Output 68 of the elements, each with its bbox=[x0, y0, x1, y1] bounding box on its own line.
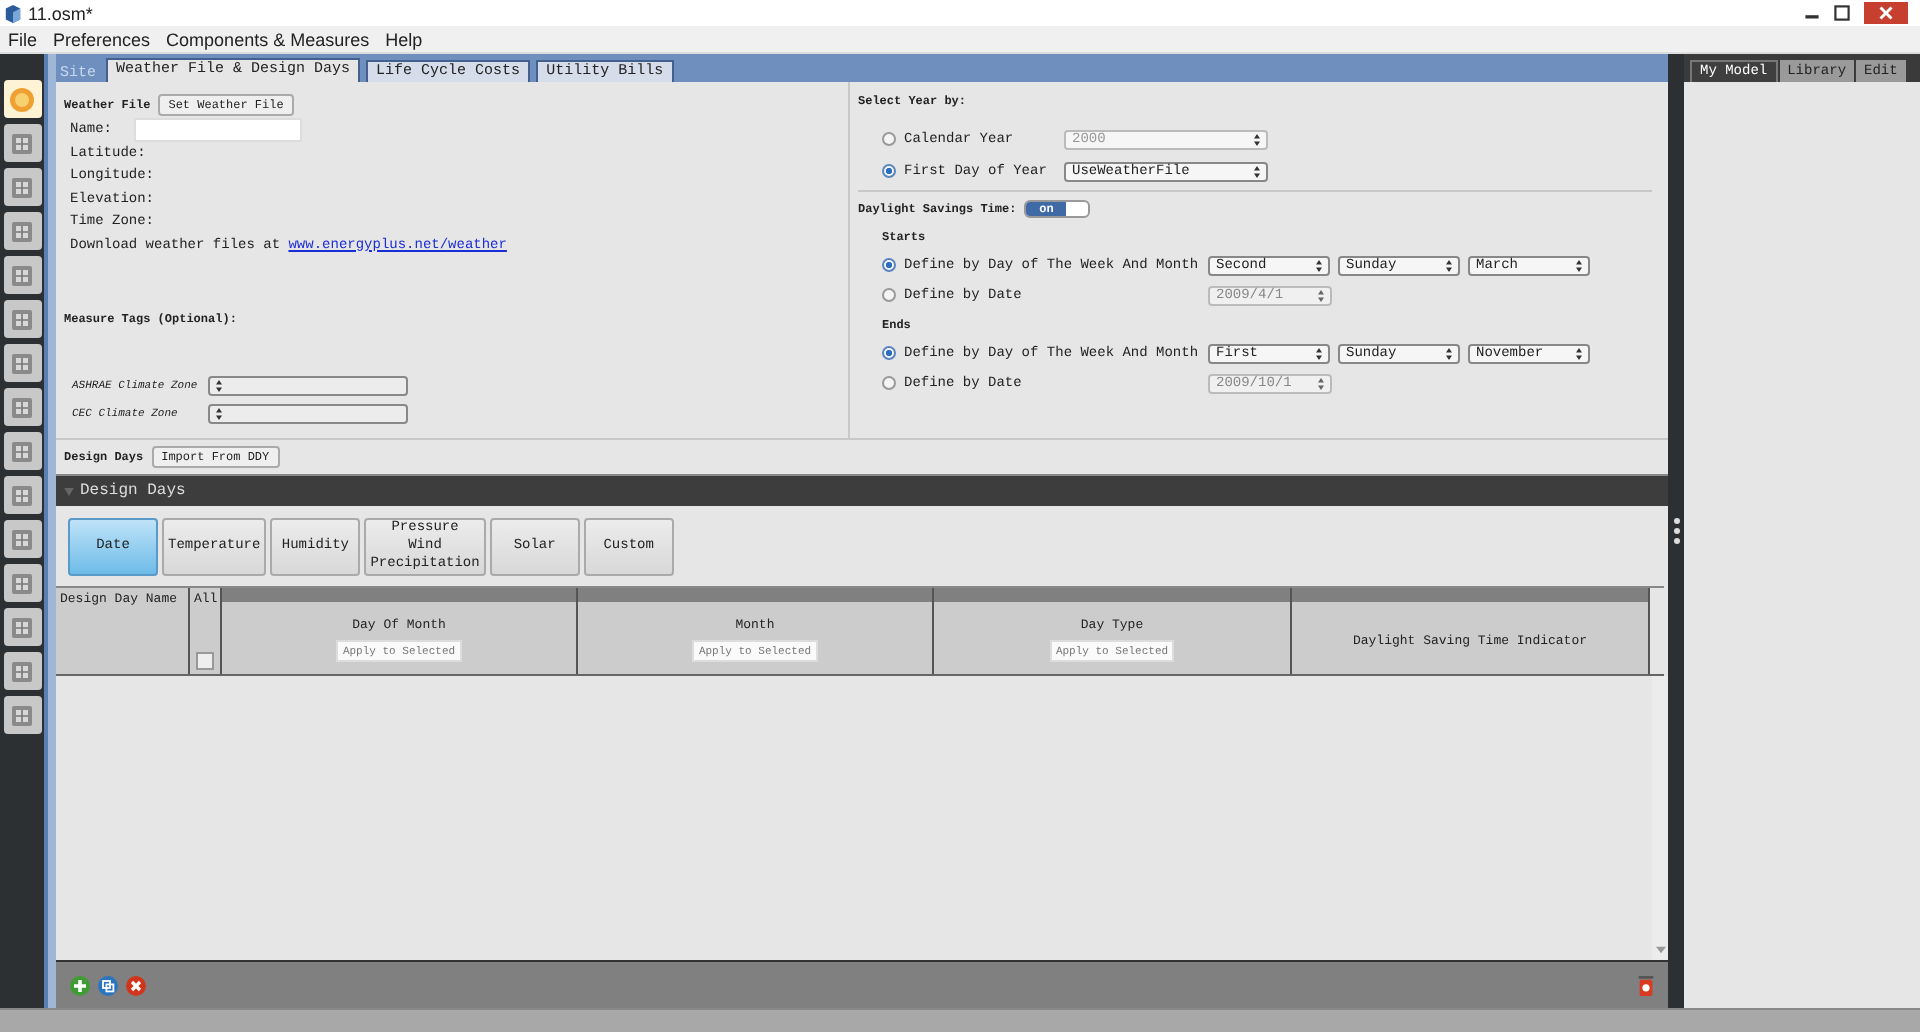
building-icon bbox=[8, 217, 36, 245]
checkbox[interactable] bbox=[196, 652, 214, 670]
climate-zone-dropdown[interactable] bbox=[208, 375, 408, 395]
building-icon bbox=[8, 393, 36, 421]
updown-icon bbox=[1576, 347, 1582, 359]
sidebar-item[interactable] bbox=[3, 256, 41, 294]
sidebar-item[interactable] bbox=[3, 388, 41, 426]
section-title: Design Days bbox=[80, 482, 186, 500]
sidebar-item[interactable] bbox=[3, 696, 41, 734]
updown-icon bbox=[1318, 377, 1324, 389]
radio-button[interactable] bbox=[882, 258, 896, 272]
radio-button[interactable] bbox=[882, 376, 896, 390]
updown-icon bbox=[1318, 289, 1324, 301]
window-title: 11.osm* bbox=[28, 3, 93, 23]
building-icon bbox=[8, 613, 36, 641]
sidebar-item[interactable] bbox=[3, 168, 41, 206]
updown-icon bbox=[1254, 165, 1260, 177]
splitter-handle[interactable] bbox=[1668, 54, 1684, 1008]
building-icon bbox=[8, 129, 36, 157]
building-icon bbox=[8, 481, 36, 509]
sidebar-item[interactable] bbox=[3, 344, 41, 382]
sidebar-item[interactable] bbox=[3, 432, 41, 470]
menu-item[interactable]: Components & Measures bbox=[166, 29, 370, 49]
updown-icon bbox=[216, 407, 222, 419]
updown-icon bbox=[1446, 259, 1452, 271]
building-icon bbox=[8, 173, 36, 201]
section-header-bar[interactable]: Design Days bbox=[56, 474, 1668, 506]
sidebar-item[interactable] bbox=[3, 520, 41, 558]
radio-button[interactable] bbox=[882, 164, 896, 178]
sidebar-item[interactable] bbox=[3, 564, 41, 602]
trash-icon[interactable] bbox=[1636, 975, 1656, 995]
building-icon bbox=[8, 569, 36, 597]
close-icon[interactable] bbox=[1860, 2, 1912, 24]
copy-icon[interactable] bbox=[98, 975, 118, 995]
sidebar-item[interactable] bbox=[3, 212, 41, 250]
climate-zone-dropdown[interactable] bbox=[208, 403, 408, 423]
building-icon bbox=[8, 701, 36, 729]
sidebar-item[interactable] bbox=[3, 608, 41, 646]
building-icon bbox=[8, 305, 36, 333]
sidebar-item[interactable] bbox=[3, 652, 41, 690]
caret-icon bbox=[64, 487, 74, 495]
maximize-icon[interactable] bbox=[1830, 2, 1854, 24]
building-icon bbox=[8, 437, 36, 465]
menu-item[interactable]: Preferences bbox=[53, 29, 151, 49]
sidebar-item[interactable] bbox=[3, 124, 41, 162]
updown-icon bbox=[1316, 259, 1322, 271]
building-icon bbox=[8, 657, 36, 685]
sun-icon bbox=[8, 85, 36, 113]
scrollbar[interactable] bbox=[1652, 676, 1668, 960]
updown-icon bbox=[1254, 133, 1260, 145]
app-icon bbox=[4, 3, 22, 23]
menu-item[interactable]: Help bbox=[385, 29, 423, 49]
menu-item[interactable]: File bbox=[8, 29, 38, 49]
updown-icon bbox=[1576, 259, 1582, 271]
delete-icon[interactable] bbox=[126, 975, 146, 995]
sidebar-item[interactable] bbox=[3, 80, 41, 118]
sidebar-item[interactable] bbox=[3, 300, 41, 338]
sidebar-item[interactable] bbox=[3, 476, 41, 514]
updown-icon bbox=[1316, 347, 1322, 359]
name-field[interactable] bbox=[134, 117, 302, 141]
building-icon bbox=[8, 349, 36, 377]
radio-button[interactable] bbox=[882, 288, 896, 302]
updown-icon bbox=[216, 379, 222, 391]
radio-button[interactable] bbox=[882, 346, 896, 360]
add-icon[interactable] bbox=[70, 975, 90, 995]
building-icon bbox=[8, 525, 36, 553]
building-icon bbox=[8, 261, 36, 289]
updown-icon bbox=[1446, 347, 1452, 359]
